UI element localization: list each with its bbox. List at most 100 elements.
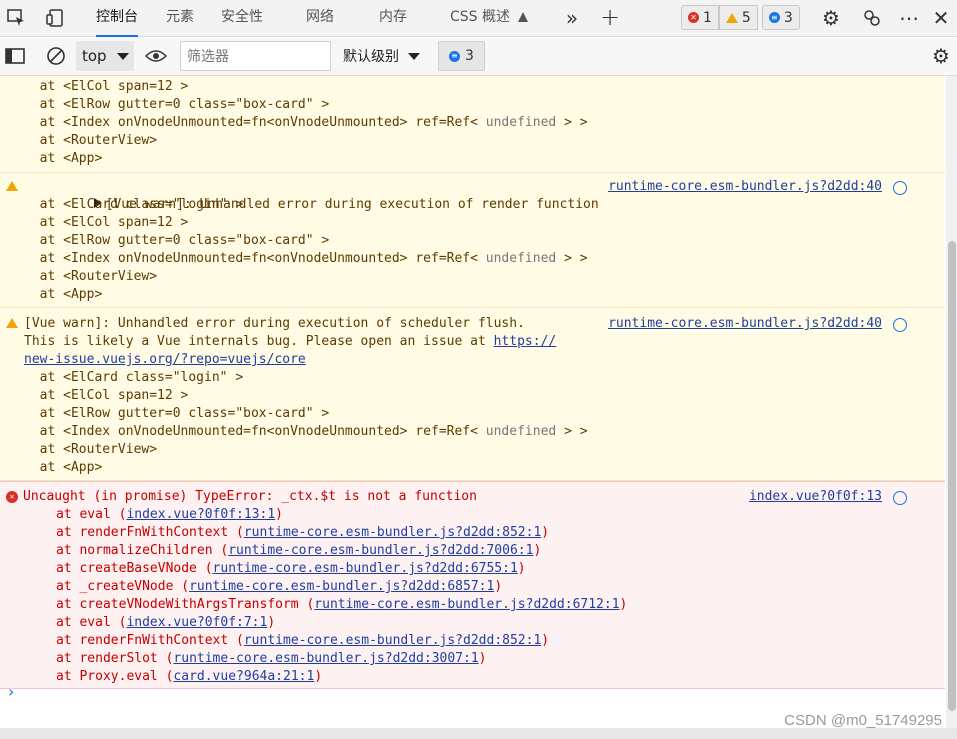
scrollbar[interactable] (946, 76, 957, 728)
frame-source-link[interactable]: runtime-core.esm-bundler.js?d2dd:852:1 (244, 525, 541, 540)
message-icon: ≡ (449, 50, 461, 62)
log-level-value: 默认级别 (343, 49, 399, 65)
frame-source-link[interactable]: runtime-core.esm-bundler.js?d2dd:6857:1 (189, 579, 494, 594)
console-output: at <ElCol span=12 > at <ElRow gutter=0 c… (0, 76, 945, 728)
error-stack-trace: at eval (index.vue?0f0f:13:1) at renderFn… (0, 506, 945, 686)
settings-gear-icon[interactable]: ⚙ (819, 6, 843, 30)
frame-source-link[interactable]: runtime-core.esm-bundler.js?d2dd:6712:1 (314, 597, 619, 612)
stack-frame: at _createVNode (runtime-core.esm-bundle… (56, 579, 503, 594)
more-options-icon[interactable]: ⋯ (897, 6, 921, 30)
error-icon: ✕ (6, 491, 18, 503)
stack-line: at <ElCard class="login" > (24, 370, 244, 385)
source-link[interactable]: index.vue?0f0f:13 (749, 488, 882, 506)
search-icon[interactable] (893, 181, 907, 195)
stack-line: at <ElRow gutter=0 class="box-card" > (24, 406, 330, 421)
stack-frame: at renderFnWithContext (runtime-core.esm… (56, 525, 550, 540)
tab-network[interactable]: 网络 (306, 0, 334, 35)
customize-icon[interactable] (860, 6, 884, 30)
frame-source-link[interactable]: runtime-core.esm-bundler.js?d2dd:6755:1 (213, 561, 518, 576)
log-message: This is likely a Vue internals bug. Plea… (24, 334, 557, 349)
error-count: 1 (703, 9, 712, 26)
filter-input[interactable] (180, 41, 331, 71)
inspect-element-icon[interactable] (5, 7, 27, 29)
source-link[interactable]: runtime-core.esm-bundler.js?d2dd:40 (608, 178, 882, 196)
stack-frame: at renderFnWithContext (runtime-core.esm… (56, 633, 550, 648)
error-icon: ✕ (688, 12, 699, 23)
issue-link[interactable]: new-issue.vuejs.org/?repo=vuejs/core (24, 352, 306, 367)
console-settings-gear-icon[interactable]: ⚙ (929, 44, 953, 68)
warning-count: 5 (741, 9, 751, 26)
frame-source-link[interactable]: runtime-core.esm-bundler.js?d2dd:3007:1 (173, 651, 478, 666)
stack-frame: at Proxy.eval (card.vue?964a:21:1) (56, 669, 323, 684)
close-icon[interactable]: ✕ (929, 6, 953, 30)
stack-frame: at normalizeChildren (runtime-core.esm-b… (56, 543, 542, 558)
issues-count: 3 (465, 48, 474, 64)
tab-memory[interactable]: 内存 (379, 0, 407, 35)
stack-frame: at eval (index.vue?0f0f:13:1) (56, 507, 283, 522)
stack-line: at <Index onVnodeUnmounted=fn<onVnodeUnm… (24, 115, 588, 130)
stack-line: at <RouterView> (24, 133, 158, 148)
console-toolbar: top 默认级别 ≡ 3 ⚙ (0, 37, 957, 76)
source-link[interactable]: runtime-core.esm-bundler.js?d2dd:40 (608, 315, 882, 333)
live-expression-eye-icon[interactable] (144, 45, 168, 67)
scrollbar-thumb[interactable] (948, 241, 956, 711)
flask-icon (518, 12, 529, 22)
console-warning-entry: [Vue warn]: Unhandled error during execu… (0, 308, 945, 481)
stack-line: at <RouterView> (24, 269, 158, 284)
message-icon: ≡ (768, 12, 780, 23)
chevron-down-icon (408, 52, 420, 60)
tab-console[interactable]: 控制台 (96, 0, 138, 37)
frame-source-link[interactable]: runtime-core.esm-bundler.js?d2dd:852:1 (244, 633, 541, 648)
frame-source-link[interactable]: index.vue?0f0f:7:1 (126, 615, 267, 630)
log-level-dropdown[interactable]: 默认级别 (343, 45, 420, 67)
issue-counters[interactable]: ✕ 1 5 ≡ 3 (681, 5, 800, 30)
warning-icon (6, 181, 18, 191)
search-icon[interactable] (893, 491, 907, 505)
stack-line: at <ElRow gutter=0 class="box-card" > (24, 97, 330, 112)
message-count-badge[interactable]: ≡ 3 (761, 5, 800, 30)
console-warning-entry: [Vue warn]: Unhandled error during execu… (0, 173, 945, 308)
stack-line: at <App> (24, 460, 103, 475)
console-warning-entry: at <ElCol span=12 > at <ElRow gutter=0 c… (0, 76, 945, 173)
warning-icon (725, 12, 738, 23)
stack-frame: at createBaseVNode (runtime-core.esm-bun… (56, 561, 526, 576)
context-value: top (82, 47, 107, 65)
message-count: 3 (783, 9, 793, 26)
stack-line: at <ElCol span=12 > (24, 215, 189, 230)
tab-css-overview-label: CSS 概述 (450, 9, 510, 25)
stack-line: at <ElCol span=12 > (24, 79, 189, 94)
device-emulation-icon[interactable] (44, 7, 66, 29)
search-icon[interactable] (893, 318, 907, 332)
stack-frame: at eval (index.vue?0f0f:7:1) (56, 615, 276, 630)
warning-count-badge[interactable]: 5 (718, 5, 758, 30)
log-message: new-issue.vuejs.org/?repo=vuejs/core (24, 351, 945, 369)
clear-console-icon[interactable] (45, 45, 67, 67)
stack-line: at <App> (24, 151, 103, 166)
stack-line: at <Index onVnodeUnmounted=fn<onVnodeUnm… (24, 251, 588, 266)
console-error-entry: ✕ Uncaught (in promise) TypeError: _ctx.… (0, 481, 945, 689)
tab-security[interactable]: 安全性 (221, 0, 263, 35)
frame-source-link[interactable]: runtime-core.esm-bundler.js?d2dd:7006:1 (228, 543, 533, 558)
more-tabs-icon[interactable]: » (561, 6, 583, 30)
issue-link[interactable]: https:// (494, 334, 557, 349)
stack-line: at <ElRow gutter=0 class="box-card" > (24, 233, 330, 248)
stack-line: at <RouterView> (24, 442, 158, 457)
add-tab-icon[interactable]: + (599, 3, 621, 31)
context-selector[interactable]: top (76, 41, 134, 71)
watermark: CSDN @m0_51749295 (784, 712, 942, 729)
chevron-down-icon (116, 52, 129, 60)
error-count-badge[interactable]: ✕ 1 (681, 5, 719, 30)
frame-source-link[interactable]: card.vue?964a:21:1 (173, 669, 314, 684)
stack-line: at <App> (24, 287, 103, 302)
issues-button[interactable]: ≡ 3 (438, 41, 485, 71)
console-prompt-icon[interactable]: › (8, 682, 14, 701)
stack-line: at <Index onVnodeUnmounted=fn<onVnodeUnm… (24, 424, 588, 439)
warning-icon (6, 318, 18, 328)
bottom-drawer-edge (0, 728, 957, 739)
tab-css-overview[interactable]: CSS 概述 (450, 0, 529, 35)
frame-source-link[interactable]: index.vue?0f0f:13:1 (126, 507, 275, 522)
stack-frame: at createVNodeWithArgsTransform (runtime… (56, 597, 628, 612)
tab-elements[interactable]: 元素 (166, 0, 194, 35)
stack-frame: at renderSlot (runtime-core.esm-bundler.… (56, 651, 487, 666)
sidebar-toggle-icon[interactable] (4, 45, 26, 67)
